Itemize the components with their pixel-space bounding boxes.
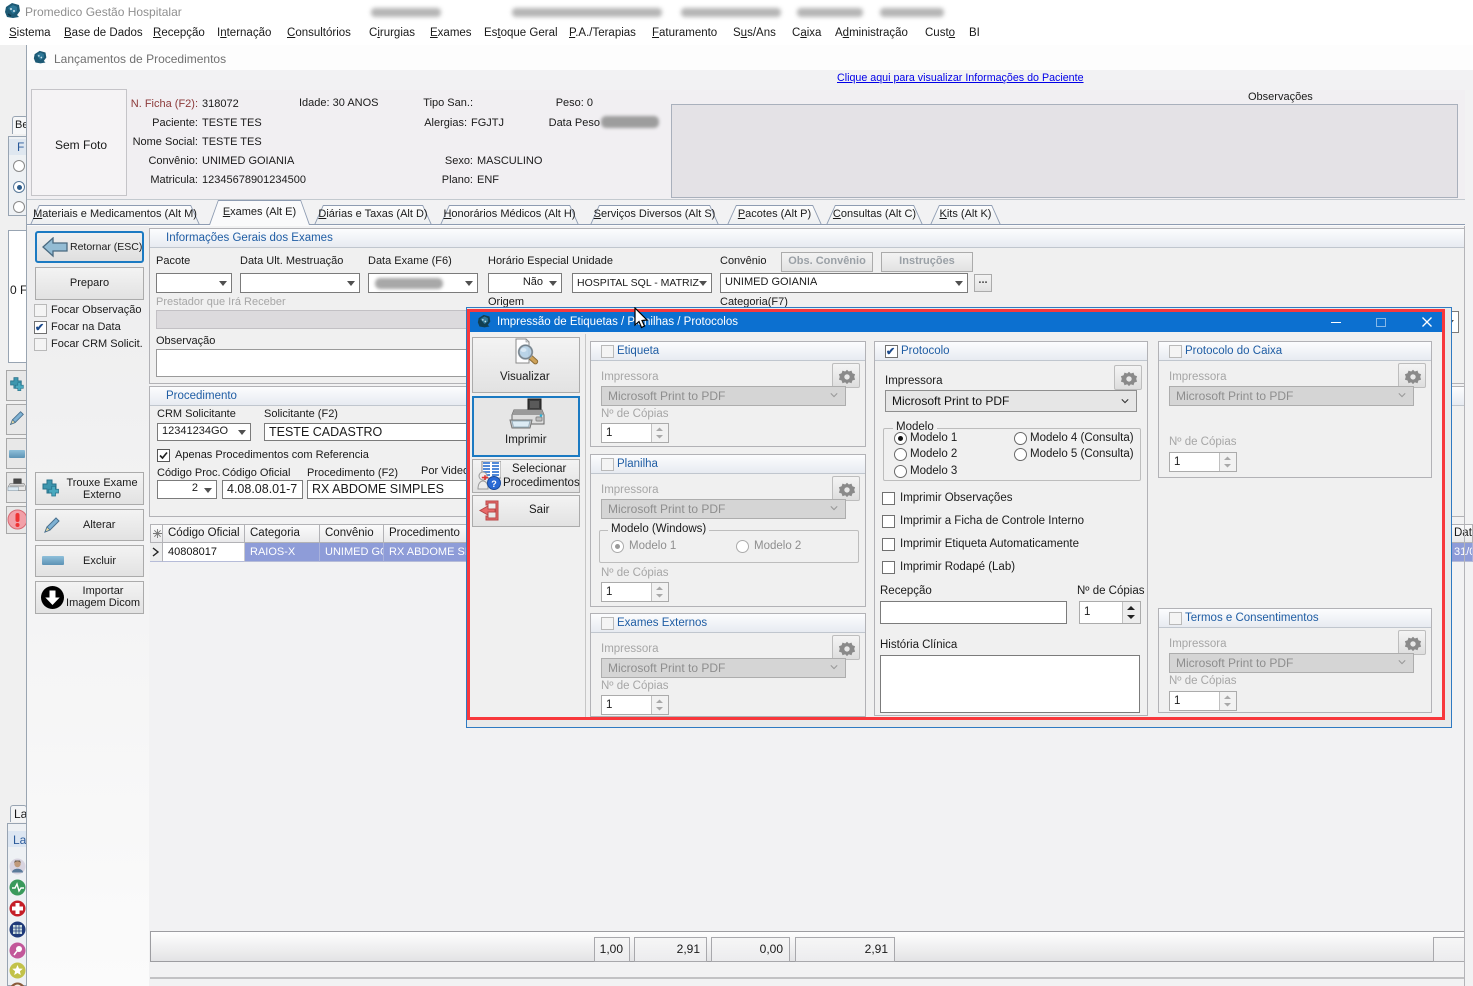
svg-text:?: ?	[491, 479, 497, 489]
